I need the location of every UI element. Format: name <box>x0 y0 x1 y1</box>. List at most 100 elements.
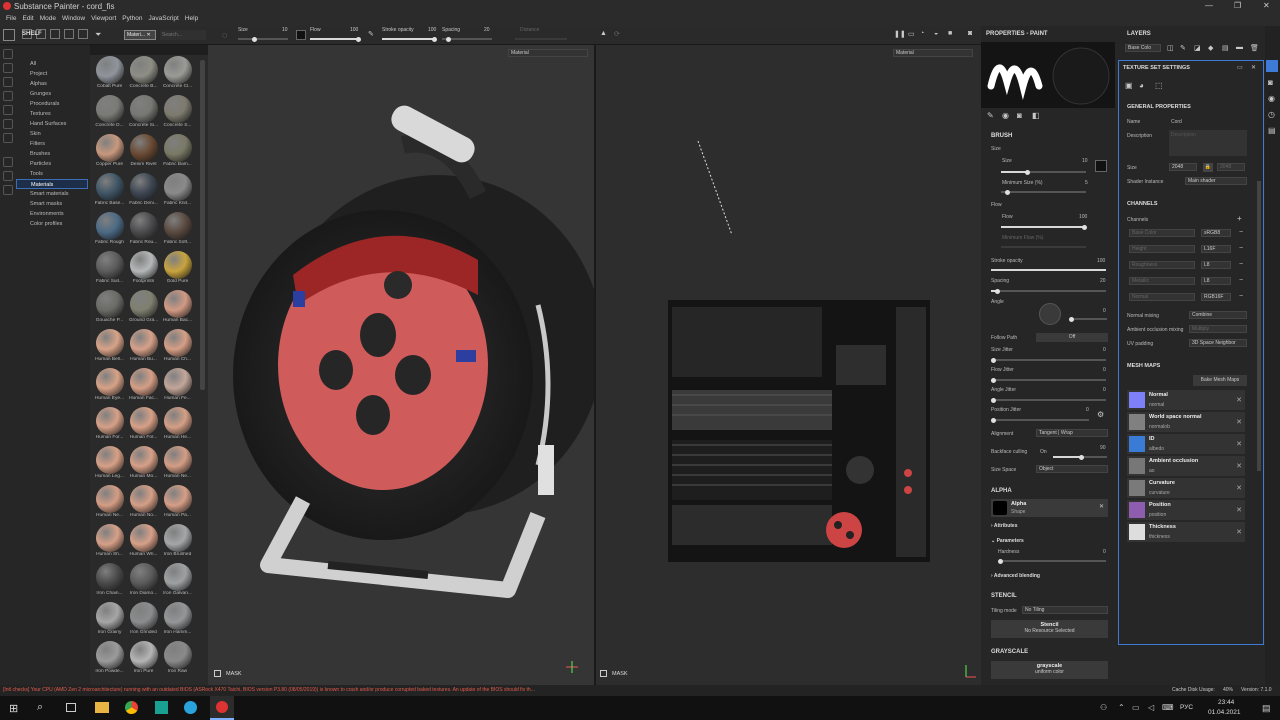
material-thumbnail[interactable]: Fabric Deni... <box>127 172 160 211</box>
size-jitter-slider[interactable] <box>991 357 1106 363</box>
shelf-category-hand-surfaces[interactable]: Hand Surfaces <box>16 119 88 129</box>
material-thumbnail[interactable]: Iron Chain... <box>93 562 126 601</box>
remove-channel-icon[interactable]: − <box>1239 293 1243 300</box>
shelf-scrollbar[interactable] <box>200 60 205 390</box>
tset-material-icon[interactable]: ◕ <box>1139 81 1144 90</box>
geometry-fill-icon[interactable] <box>3 91 13 101</box>
parameters-label[interactable]: ⌄ Parameters <box>991 538 1024 544</box>
brush-tab-icon[interactable]: ✎ <box>987 111 994 120</box>
clone-tool-icon[interactable] <box>3 119 13 129</box>
picker-tool-icon[interactable] <box>3 133 13 143</box>
toolbar-flow-slider[interactable] <box>310 36 361 42</box>
folder-layer-icon[interactable]: ▬ <box>1236 44 1243 51</box>
folder-icon[interactable] <box>78 29 88 39</box>
tiling-dropdown[interactable]: No Tiling <box>1022 606 1108 614</box>
shelf-category-smart-materials[interactable]: Smart materials <box>16 189 88 199</box>
material-thumbnail[interactable]: Human Wri... <box>127 523 160 562</box>
remove-channel-icon[interactable]: − <box>1239 277 1243 284</box>
alpha-tab-icon[interactable]: ◙ <box>1017 111 1022 120</box>
panel-close-icon[interactable]: ✕ <box>1251 64 1256 71</box>
hide-icon[interactable] <box>64 29 74 39</box>
volume-icon[interactable]: ◁ <box>1148 703 1154 712</box>
delete-layer-icon[interactable]: 🗑 <box>1250 44 1259 52</box>
material-thumbnail[interactable]: Concrete S... <box>161 94 194 133</box>
spacing-slider[interactable] <box>991 288 1106 294</box>
material-thumbnail[interactable]: Iron Hamm... <box>161 601 194 640</box>
alpha-clear-icon[interactable]: ✕ <box>1099 503 1104 510</box>
toolbar-spacing-slider[interactable] <box>442 36 492 42</box>
shelf-category-materials[interactable]: Materials <box>16 179 88 189</box>
material-thumbnail[interactable]: Human Ch... <box>161 328 194 367</box>
flow-slider[interactable] <box>1001 224 1087 230</box>
mesh-map-slot[interactable]: World space normal normalob ✕ <box>1127 412 1245 432</box>
description-input[interactable]: Description <box>1169 130 1247 156</box>
menu-edit[interactable]: Edit <box>22 15 33 22</box>
mesh-map-clear-icon[interactable]: ✕ <box>1236 462 1242 470</box>
mesh-map-clear-icon[interactable]: ✕ <box>1236 484 1242 492</box>
user-icon[interactable]: ⚇ <box>1100 703 1107 712</box>
paint-brush-icon[interactable] <box>3 29 15 41</box>
task-view-icon[interactable] <box>66 703 76 712</box>
stencil-slot[interactable]: Stencil No Resource Selected <box>991 620 1108 638</box>
lasso-icon[interactable]: ◌ <box>222 30 227 40</box>
position-jitter-slider[interactable] <box>991 417 1089 423</box>
material-thumbnail[interactable]: Concrete Cl... <box>161 55 194 94</box>
material-thumbnail[interactable]: Iron Diamo... <box>127 562 160 601</box>
material-thumbnail[interactable]: Fabric Base... <box>93 172 126 211</box>
backface-slider[interactable] <box>1053 454 1107 460</box>
menu-python[interactable]: Python <box>122 15 142 22</box>
material-thumbnail[interactable]: Human Fac... <box>127 367 160 406</box>
lock-icon[interactable]: 🔒 <box>1203 163 1213 172</box>
group-icon[interactable]: ▤ <box>1222 44 1229 52</box>
grayscale-slot[interactable]: grayscale uniform color <box>991 661 1108 679</box>
network-icon[interactable]: ▭ <box>1132 703 1140 712</box>
channel-format-dropdown[interactable]: RGB16F <box>1201 293 1231 301</box>
material-thumbnail[interactable]: Fabric Rough <box>93 211 126 250</box>
mesh-map-clear-icon[interactable]: ✕ <box>1236 418 1242 426</box>
telegram-icon[interactable] <box>184 701 197 714</box>
channel-format-dropdown[interactable]: sRGB8 <box>1201 229 1231 237</box>
material-thumbnail[interactable]: Fabric Rou... <box>127 211 160 250</box>
material-thumbnail[interactable]: Human Bell... <box>93 328 126 367</box>
add-mask-icon[interactable]: ◪ <box>1194 44 1201 52</box>
material-thumbnail[interactable]: Human Pa... <box>161 484 194 523</box>
material-thumbnail[interactable]: Human For... <box>93 406 126 445</box>
material-thumbnail[interactable]: Human Eye... <box>93 367 126 406</box>
minimize-icon[interactable]: — <box>1205 1 1213 10</box>
mesh-map-clear-icon[interactable]: ✕ <box>1236 440 1242 448</box>
search-icon[interactable]: ⌕ <box>37 701 43 714</box>
material-thumbnail[interactable]: Fabric Knit... <box>161 172 194 211</box>
hardness-slider[interactable] <box>998 558 1106 564</box>
remove-channel-icon[interactable]: − <box>1239 245 1243 252</box>
channel-format-dropdown[interactable]: L8 <box>1201 277 1231 285</box>
menu-javascript[interactable]: JavaScript <box>149 15 179 22</box>
dropper-icon[interactable]: ◔ <box>920 30 924 37</box>
texture-set-settings-icon[interactable] <box>1266 60 1278 72</box>
windows-start-icon[interactable]: ⊞ <box>9 702 18 715</box>
shelf-category-textures[interactable]: Textures <box>16 109 88 119</box>
material-thumbnail[interactable]: Concrete B... <box>127 55 160 94</box>
material-thumbnail[interactable]: Concrete D... <box>93 94 126 133</box>
material-thumbnail[interactable]: Iron Pure <box>127 640 160 679</box>
toolbar-size-slider[interactable] <box>238 36 288 42</box>
import-icon[interactable] <box>50 29 60 39</box>
add-channel-icon[interactable]: + <box>1237 214 1242 223</box>
alpha-slot[interactable]: Alpha Shape ✕ <box>991 499 1108 517</box>
material-thumbnail[interactable]: Human Bu... <box>127 328 160 367</box>
follow-path-toggle[interactable]: Off <box>1036 333 1108 342</box>
pen-pressure-icon[interactable] <box>296 30 306 40</box>
size-dropdown[interactable]: 2048 <box>1169 163 1197 171</box>
shelf-category-environments[interactable]: Environments <box>16 209 88 219</box>
material-thumbnail[interactable]: Copper Pure <box>93 133 126 172</box>
material-thumbnail[interactable]: Iron Powde... <box>93 640 126 679</box>
screenshot-icon[interactable]: ◙ <box>968 30 972 37</box>
channel-format-dropdown[interactable]: L8 <box>1201 261 1231 269</box>
shelf-category-particles[interactable]: Particles <box>16 159 88 169</box>
angle-dial[interactable] <box>1039 303 1061 325</box>
material-thumbnail[interactable]: Human For... <box>127 406 160 445</box>
bake-mesh-maps-button[interactable]: Bake Mesh Maps <box>1193 375 1247 386</box>
material-thumbnail[interactable]: Denim Rivet <box>127 133 160 172</box>
channel-format-dropdown[interactable]: L16F <box>1201 245 1231 253</box>
tset-uv-icon[interactable]: ⬚ <box>1155 81 1163 90</box>
mask-checkbox-2d[interactable] <box>600 670 607 677</box>
